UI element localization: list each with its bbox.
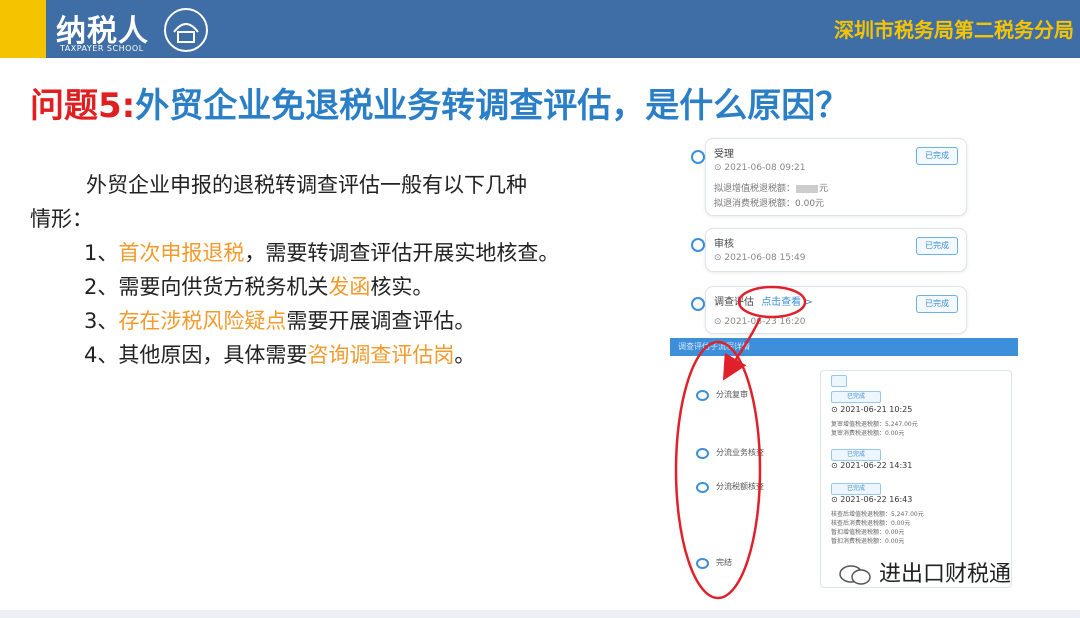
highlight-ellipse-steps [674,340,762,600]
bottom-bar [0,610,1080,618]
watermark: 进出口财税通 [838,556,1011,588]
wechat-icon [839,565,871,585]
highlight-ellipse-link [737,285,807,319]
annotation-arrow [722,317,762,381]
annotation-overlay [674,285,807,600]
watermark-text: 进出口财税通 [879,562,1012,587]
